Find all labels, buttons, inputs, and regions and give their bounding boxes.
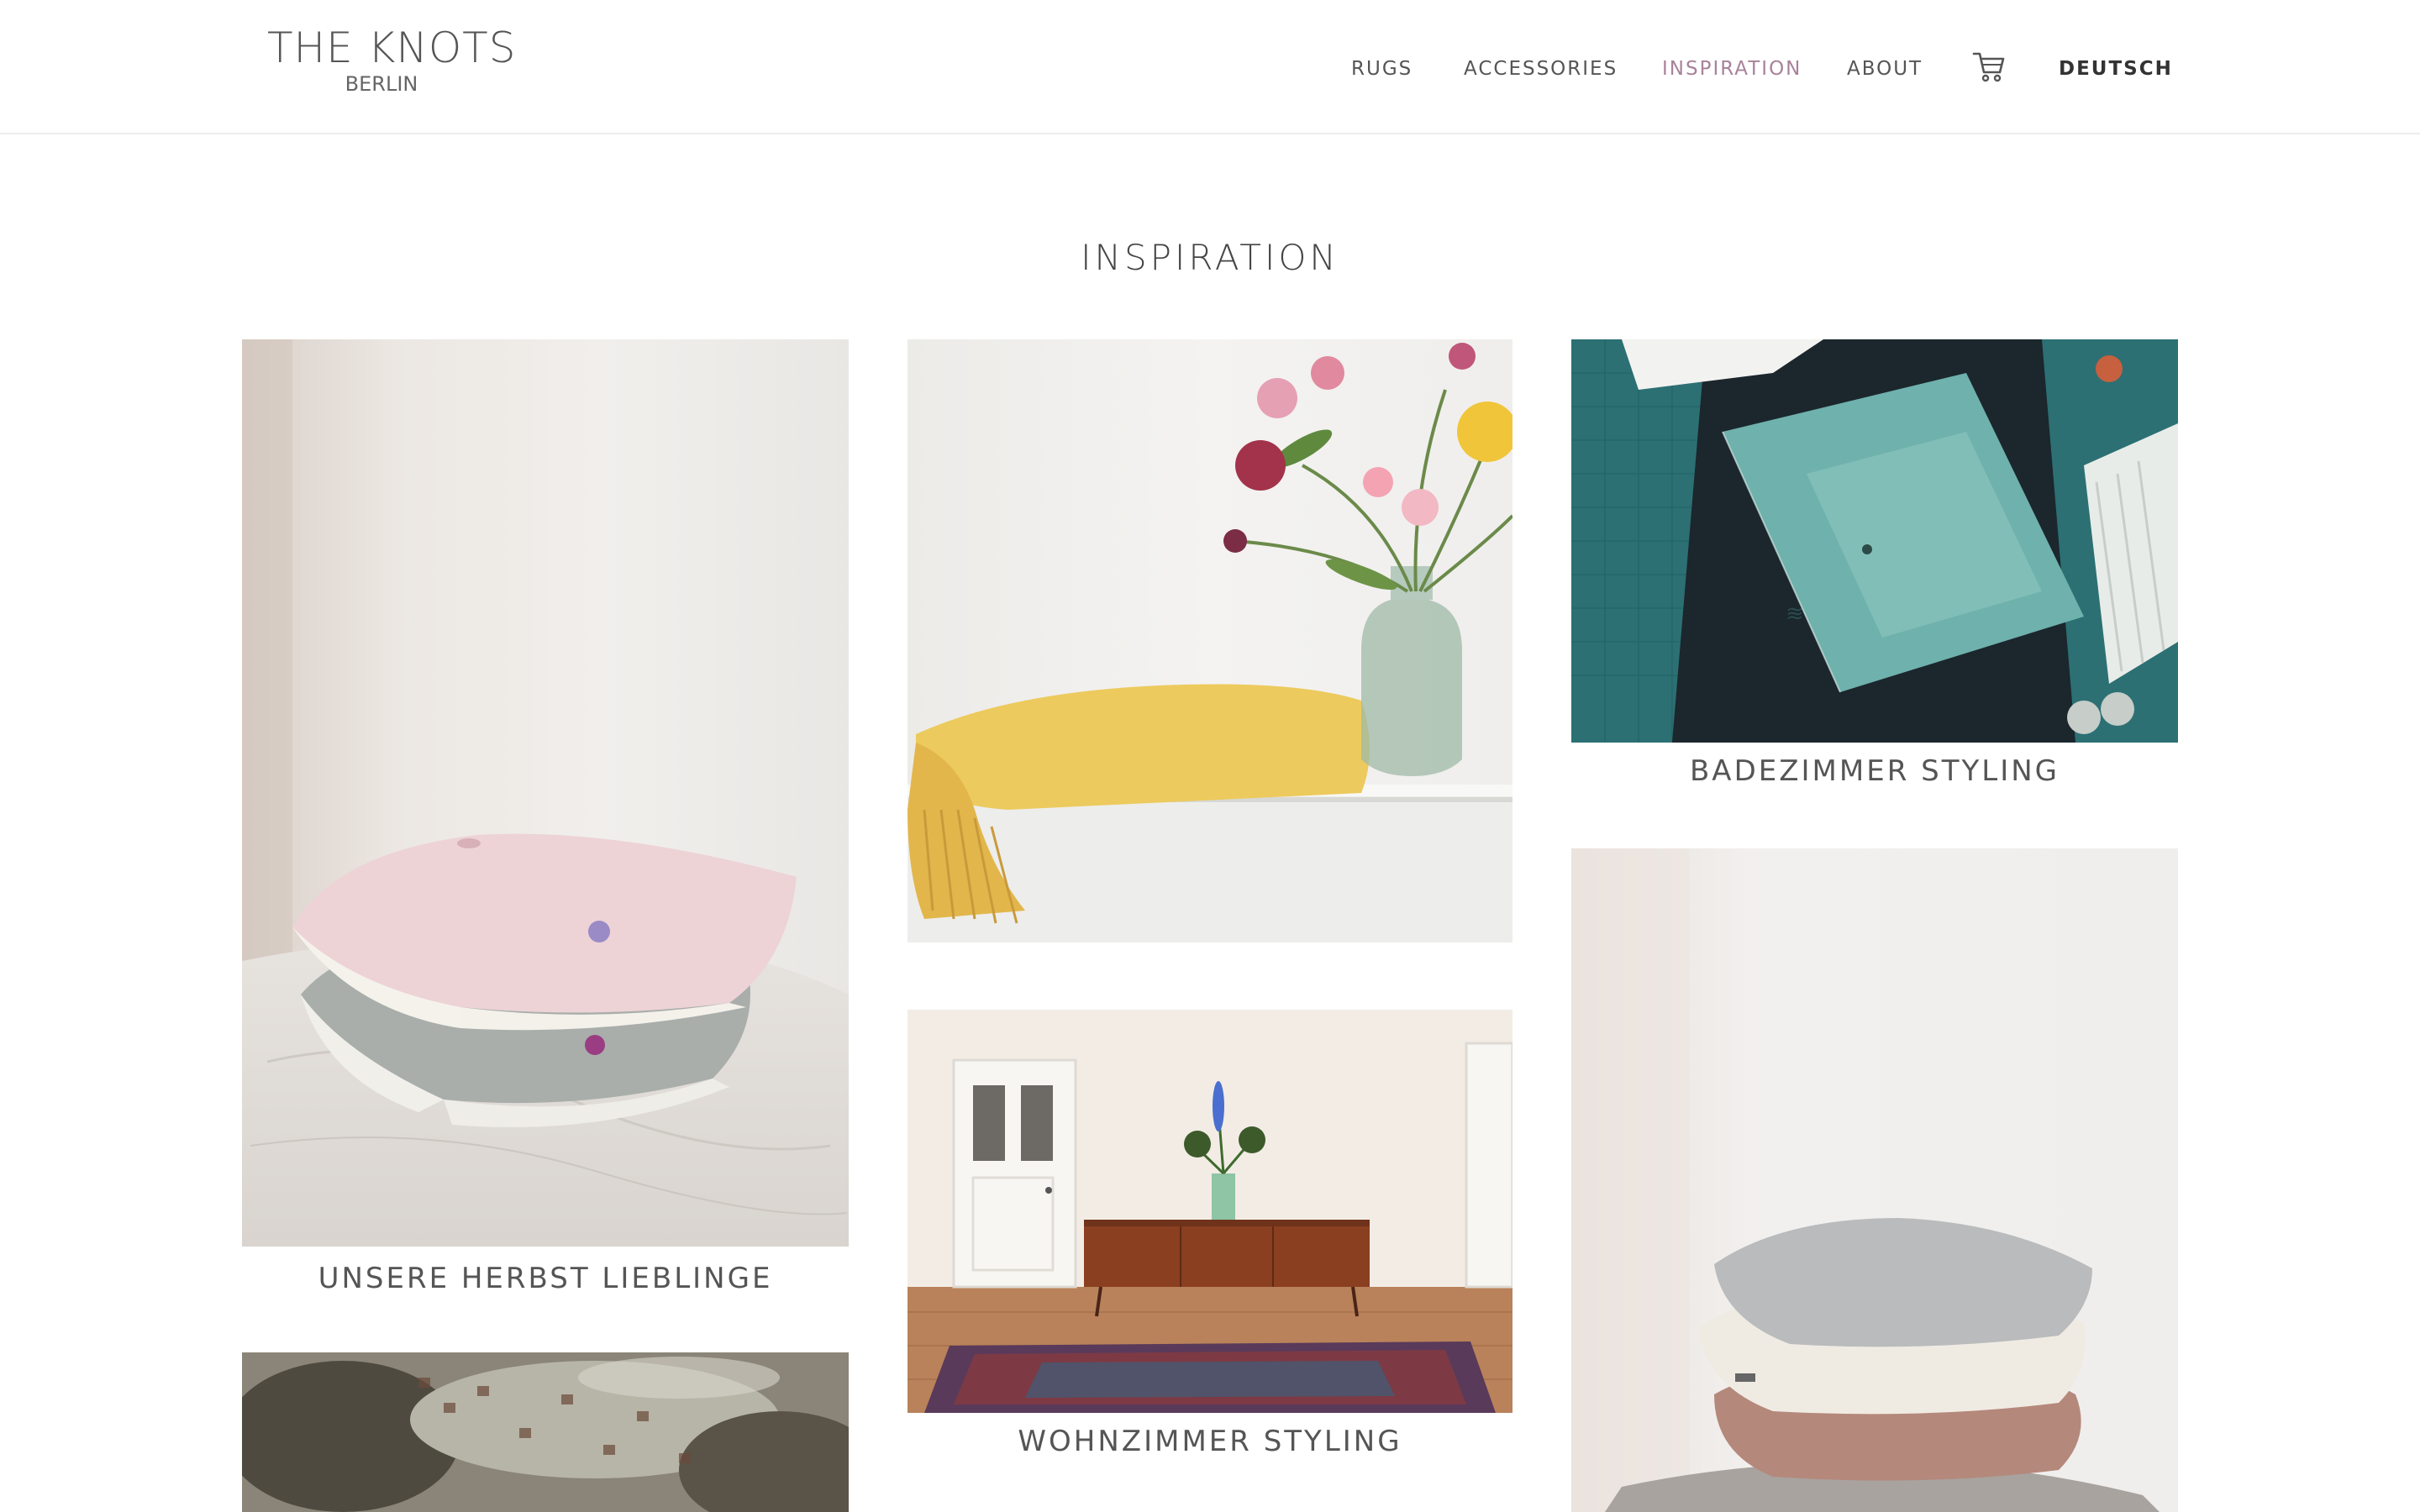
inspiration-card-badezimmer[interactable]: ≋ BADEZIMMER STYLING	[1571, 339, 2178, 793]
cart-icon[interactable]	[1971, 49, 2007, 84]
main-nav: RUGS ACCESSORIES INSPIRATION ABOUT DEUTS…	[0, 55, 2420, 82]
page-title: INSPIRATION	[1081, 237, 1339, 278]
site-header: THE KNOTS BERLIN RUGS ACCESSORIES INSPIR…	[0, 0, 2420, 134]
inspiration-card-blanket[interactable]	[908, 339, 1512, 942]
inspiration-card-wohnzimmer[interactable]: WOHNZIMMER STYLING	[908, 1010, 1512, 1463]
nav-item-about[interactable]: ABOUT	[1847, 55, 1923, 82]
nav-item-rugs[interactable]: RUGS	[1351, 55, 1413, 82]
card-image-bath-mat[interactable]: ≋	[1571, 339, 2178, 743]
card-image-yellow-blanket[interactable]	[908, 339, 1512, 942]
card-caption[interactable]: WOHNZIMMER STYLING	[908, 1425, 1512, 1458]
language-switch[interactable]: DEUTSCH	[2059, 55, 2173, 82]
card-image-wool-texture[interactable]	[242, 1352, 849, 1512]
inspiration-card-wool[interactable]	[242, 1352, 849, 1512]
card-image-sideboard[interactable]	[908, 1010, 1512, 1413]
nav-item-accessories[interactable]: ACCESSORIES	[1464, 55, 1618, 82]
svg-text:≋: ≋	[1786, 601, 1804, 627]
card-caption[interactable]: BADEZIMMER STYLING	[1571, 754, 2178, 788]
card-caption[interactable]: UNSERE HERBST LIEBLINGE	[242, 1262, 849, 1295]
inspiration-card-cushion-stack[interactable]	[1571, 848, 2178, 1512]
card-image-stacked-cushions[interactable]	[1571, 848, 2178, 1512]
card-image-cushions-marble[interactable]	[242, 339, 849, 1247]
inspiration-card-herbst[interactable]: UNSERE HERBST LIEBLINGE	[242, 339, 849, 1297]
nav-item-inspiration[interactable]: INSPIRATION	[1662, 55, 1802, 82]
